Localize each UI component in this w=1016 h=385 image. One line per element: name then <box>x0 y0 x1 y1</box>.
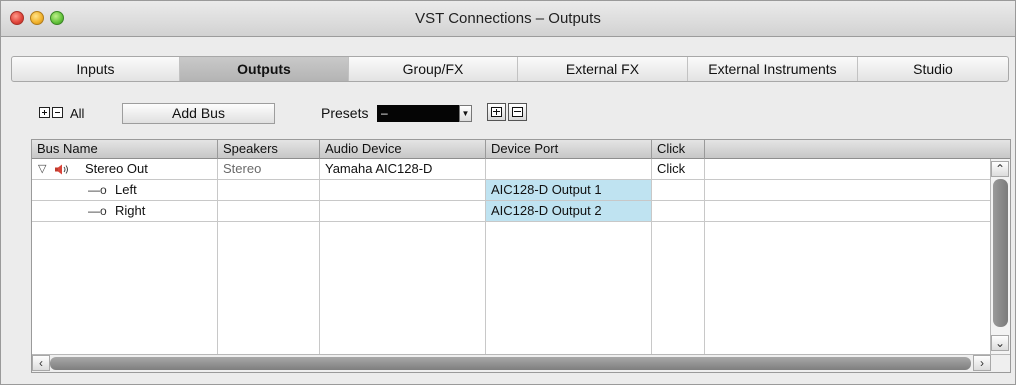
remove-preset-icon[interactable] <box>508 103 527 121</box>
horizontal-scrollbar[interactable]: ‹ › <box>32 354 1010 372</box>
device-port-value[interactable]: AIC128-D Output 2 <box>486 201 651 221</box>
vertical-scrollbar[interactable]: ⌃ ⌄ <box>990 159 1010 355</box>
col-header-bus-name[interactable]: Bus Name <box>32 140 218 159</box>
vertical-scroll-thumb[interactable] <box>993 179 1008 327</box>
col-header-device-port[interactable]: Device Port <box>486 140 652 159</box>
add-bus-button[interactable]: Add Bus <box>122 103 275 124</box>
audio-device-value[interactable] <box>320 201 485 221</box>
audio-device-value[interactable] <box>320 180 485 200</box>
tab-group-fx[interactable]: Group/FX <box>349 57 518 81</box>
bus-name[interactable]: Stereo Out <box>80 159 218 179</box>
chevron-down-icon[interactable]: ▼ <box>459 105 472 122</box>
expand-all-icon[interactable] <box>39 107 50 118</box>
table-row[interactable]: ▽ Stereo Out Stereo Yamaha AIC128-D Clic… <box>32 159 990 180</box>
scroll-right-icon[interactable]: › <box>973 355 991 371</box>
col-header-audio-device[interactable]: Audio Device <box>320 140 486 159</box>
disclosure-triangle-icon[interactable]: ▽ <box>38 159 46 179</box>
tab-outputs[interactable]: Outputs <box>180 57 349 81</box>
audio-device-value[interactable]: Yamaha AIC128-D <box>320 159 485 179</box>
bus-name[interactable]: Left <box>110 180 218 200</box>
speakers-value[interactable] <box>218 201 319 221</box>
horizontal-scroll-thumb[interactable] <box>50 357 971 370</box>
tab-studio[interactable]: Studio <box>858 57 1008 81</box>
presets-select[interactable]: – <box>377 105 459 122</box>
bus-name[interactable]: Right <box>110 201 218 221</box>
click-value[interactable] <box>652 180 704 200</box>
speakers-value[interactable]: Stereo <box>218 159 319 179</box>
table-row[interactable]: —o Left AIC128-D Output 1 <box>32 180 990 201</box>
col-header-click[interactable]: Click <box>652 140 705 159</box>
click-value[interactable] <box>652 201 704 221</box>
channel-connector-icon: —o <box>88 183 107 197</box>
table-header: Bus Name Speakers Audio Device Device Po… <box>32 140 1010 159</box>
collapse-all-icon[interactable] <box>52 107 63 118</box>
tab-external-fx[interactable]: External FX <box>518 57 688 81</box>
scroll-up-icon[interactable]: ⌃ <box>991 161 1009 177</box>
window-title: VST Connections – Outputs <box>415 10 601 27</box>
title-bar[interactable]: VST Connections – Outputs <box>1 1 1015 37</box>
device-port-value[interactable] <box>486 159 651 179</box>
vst-connections-window: VST Connections – Outputs Inputs Outputs… <box>0 0 1016 385</box>
presets-label: Presets <box>321 105 369 121</box>
bus-table: Bus Name Speakers Audio Device Device Po… <box>31 139 1011 373</box>
tab-bar: Inputs Outputs Group/FX External FX Exte… <box>11 56 1009 82</box>
click-value[interactable]: Click <box>652 159 704 179</box>
tab-external-instruments[interactable]: External Instruments <box>688 57 858 81</box>
scroll-left-icon[interactable]: ‹ <box>32 355 50 371</box>
all-label: All <box>70 106 85 121</box>
scroll-down-icon[interactable]: ⌄ <box>991 335 1009 351</box>
table-row[interactable]: —o Right AIC128-D Output 2 <box>32 201 990 222</box>
device-port-value[interactable]: AIC128-D Output 1 <box>486 180 651 200</box>
speakers-value[interactable] <box>218 180 319 200</box>
store-preset-icon[interactable] <box>487 103 506 121</box>
tab-inputs[interactable]: Inputs <box>12 57 180 81</box>
speaker-icon <box>55 164 68 175</box>
channel-connector-icon: —o <box>88 204 107 218</box>
toolbar: All Add Bus Presets – ▼ <box>39 103 999 125</box>
col-header-speakers[interactable]: Speakers <box>218 140 320 159</box>
expand-collapse-controls <box>39 107 63 118</box>
